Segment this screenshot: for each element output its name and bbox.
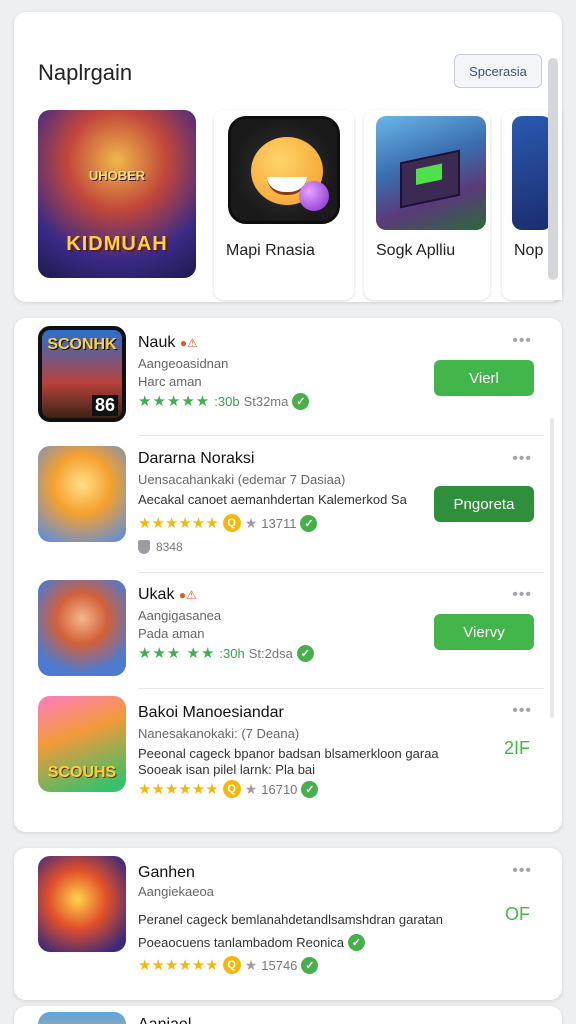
app-list-card: SCONHK 86 Nauk ●⚠ Aangeoasidnan Harc ama… — [14, 318, 562, 832]
game-icon — [228, 116, 340, 224]
app-subtitle-2: Pada aman — [138, 626, 205, 641]
game-icon — [376, 116, 486, 230]
list-item[interactable]: Ukak ●⚠ Aangigasanea Pada aman ★★★ ★★ :3… — [14, 572, 562, 688]
vertical-scrollbar[interactable] — [548, 58, 558, 280]
verified-check-icon: ✓ — [296, 644, 314, 662]
featured-card: Naplrgain Spcerasia UHOBER KIDMUAH Mapi … — [14, 12, 562, 302]
app-icon — [38, 1012, 126, 1024]
view-button[interactable]: Viervy — [434, 614, 534, 650]
featured-title: Naplrgain — [38, 60, 133, 85]
app-subtitle: Aangeoasidnan — [138, 356, 229, 371]
verified-check-icon: ✓ — [301, 956, 319, 974]
list-item[interactable]: Dararna Noraksi Uensacahankaki (edemar 7… — [14, 436, 562, 572]
rating: ★★★★★★ Q ★ 13711 ✓ — [138, 514, 318, 532]
app-subtitle: Uensacahankaki (edemar 7 Dasiaa) — [138, 472, 346, 487]
game-icon — [512, 116, 552, 230]
star-icons: ★★★★★★ — [138, 781, 219, 798]
more-options-icon[interactable]: ••• — [512, 702, 532, 720]
featured-big-banner[interactable]: UHOBER KIDMUAH — [38, 110, 196, 278]
star-icons: ★★★ ★★ — [138, 645, 216, 662]
app-title: Ganhen — [138, 864, 195, 881]
app-title: Ukak ●⚠ — [138, 586, 197, 603]
app-title: Dararna Noraksi — [138, 450, 255, 467]
tile-label: Sogk Aplliu — [376, 242, 456, 259]
app-title: Nauk ●⚠ — [138, 334, 198, 351]
gray-star-icon: ★ — [244, 780, 258, 797]
verified-check-icon: ✓ — [301, 780, 319, 798]
banner-art-text: KIDMUAH — [66, 233, 168, 255]
more-options-icon[interactable]: ••• — [512, 332, 532, 350]
app-subtitle-2: Harc aman — [138, 374, 202, 389]
verified-check-icon: ✓ — [292, 392, 310, 410]
rating: ★★★ ★★ :30h St:2dsa ✓ — [138, 644, 314, 662]
list-item[interactable]: Ganhen Aangiekaeoa Peranel cageck bemlan… — [14, 848, 562, 1000]
more-options-icon[interactable]: ••• — [512, 586, 532, 604]
star-icons: ★★★★★★ — [138, 957, 219, 974]
tile-label: Mapi Rnasia — [226, 242, 315, 259]
app-list-card: Ganhen Aangiekaeoa Peranel cageck bemlan… — [14, 848, 562, 1000]
app-subtitle: Aangigasanea — [138, 608, 222, 623]
app-icon — [38, 446, 126, 542]
app-subtitle: Aangiekaeoa — [138, 884, 214, 899]
app-description: Peranel cageck bemlanahdetandlsamshdran … — [138, 912, 443, 927]
orb-icon — [299, 181, 329, 211]
gray-star-icon: ★ — [244, 956, 258, 973]
featured-tile[interactable]: Mapi Rnasia — [214, 110, 354, 300]
rating: ★★★★★ :30b St32ma ✓ — [138, 392, 310, 410]
price-label[interactable]: OF — [505, 904, 530, 925]
verified-check-icon: ✓ — [300, 514, 318, 532]
more-options-icon[interactable]: ••• — [512, 862, 532, 880]
install-button[interactable]: Pngoreta — [434, 486, 534, 522]
app-subtitle: Nanesakanokaki: (7 Deana) — [138, 726, 300, 741]
app-icon — [38, 580, 126, 676]
rating: ★★★★★★ Q ★ 16710 ✓ — [138, 780, 319, 798]
downloads: 8348 — [138, 540, 183, 554]
app-icon: SCOUHS — [38, 696, 126, 792]
featured-tile[interactable]: Sogk Aplliu — [364, 110, 490, 300]
view-button[interactable]: Vierl — [434, 360, 534, 396]
app-title: Aaniael — [138, 1016, 191, 1024]
app-icon: SCONHK 86 — [38, 326, 126, 422]
see-more-button[interactable]: Spcerasia — [454, 54, 542, 88]
app-title: Bakoi Manoesiandar — [138, 704, 284, 721]
app-description-2: Sooeak isan pilel larnk: Pla bai — [138, 762, 316, 777]
badge-icon: Q — [222, 956, 241, 974]
list-item[interactable]: SCOUHS Bakoi Manoesiandar Nanesakanokaki… — [14, 688, 562, 828]
more-options-icon[interactable]: ••• — [512, 450, 532, 468]
price-label[interactable]: 2IF — [504, 738, 530, 759]
app-list-card: Aaniael — [14, 1006, 562, 1024]
list-item[interactable]: SCONHK 86 Nauk ●⚠ Aangeoasidnan Harc ama… — [14, 318, 562, 436]
tile-label: Nop — [514, 242, 544, 259]
rating: ★★★★★★ Q ★ 15746 ✓ — [138, 956, 319, 974]
gray-star-icon: ★ — [244, 514, 258, 531]
shield-icon — [138, 540, 150, 554]
banner-art-top: UHOBER — [88, 168, 146, 183]
description-line: Poeaocuens tanlambadom Reonica ✓ — [138, 934, 365, 951]
app-description: Peeonal cageck bpanor badsan blsamerkloo… — [138, 746, 439, 761]
verified-check-icon: ✓ — [347, 934, 365, 951]
app-icon — [38, 856, 126, 952]
star-icons: ★★★★★ — [138, 393, 211, 410]
app-description: Aecakal canoet aemanhdertan Kalemerkod S… — [138, 492, 407, 507]
badge-icon: Q — [222, 514, 241, 532]
badge-icon: Q — [222, 780, 241, 798]
star-icons: ★★★★★★ — [138, 515, 219, 532]
